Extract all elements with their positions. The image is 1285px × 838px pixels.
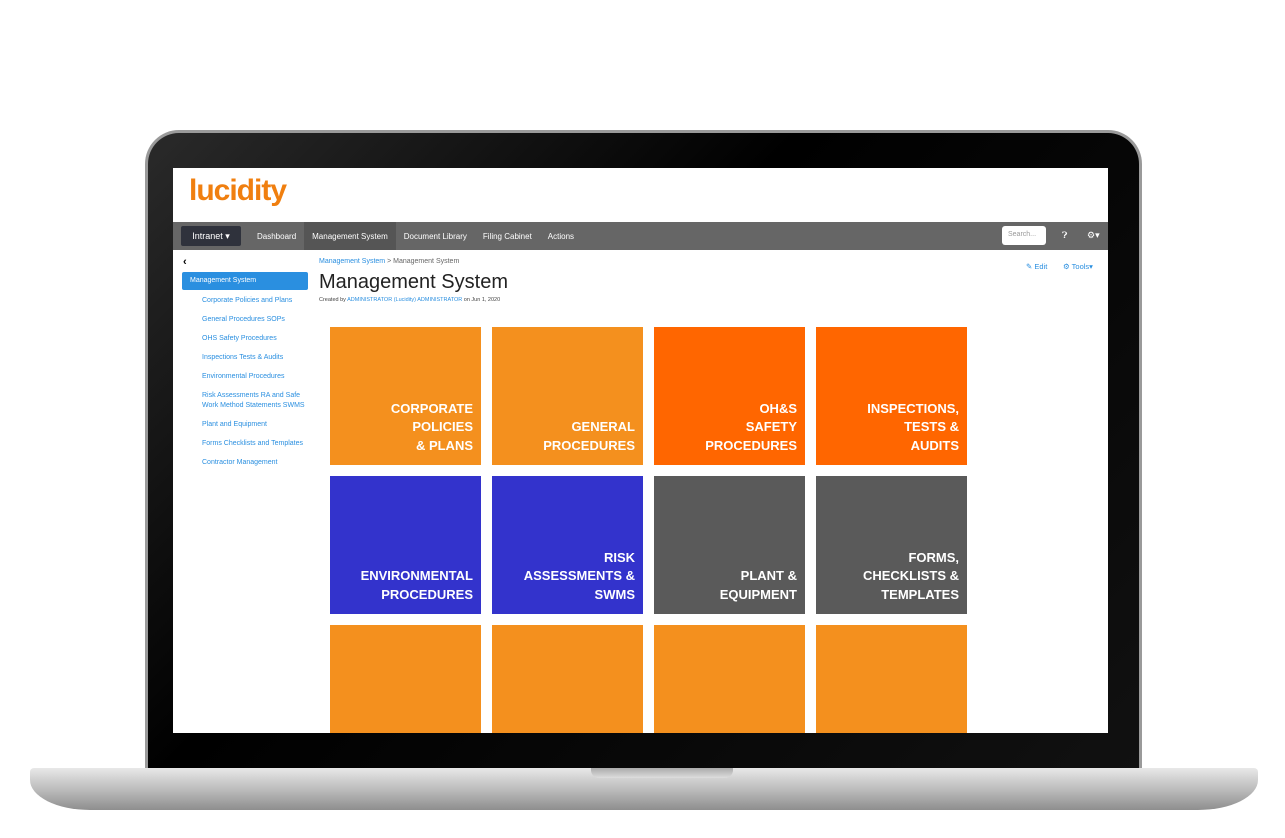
created-date: on Jun 1, 2020 xyxy=(462,297,501,303)
tile-plant-equipment[interactable]: PLANT & EQUIPMENT xyxy=(654,476,805,614)
sidebar-item[interactable]: Environmental Procedures xyxy=(202,372,307,382)
sidebar-item[interactable]: General Procedures SOPs xyxy=(202,315,307,325)
lucidity-logo[interactable]: lucidity xyxy=(189,174,287,208)
intranet-dropdown[interactable]: Intranet ▾ xyxy=(181,226,241,246)
edit-button[interactable]: ✎ Edit xyxy=(1026,262,1047,271)
breadcrumb: Management System > Management System xyxy=(319,258,460,265)
tile-asset[interactable]: ASSET xyxy=(492,625,643,733)
created-info: Created by ADMINISTRATOR (Lucidity) ADMI… xyxy=(319,297,500,303)
tile-corporate-policies-plans[interactable]: CORPORATE POLICIES & PLANS xyxy=(330,327,481,465)
sidebar-item[interactable]: Forms Checklists and Templates xyxy=(202,439,307,449)
page-title: Management System xyxy=(319,271,508,293)
tile-grid: CORPORATE POLICIES & PLANS GENERAL PROCED… xyxy=(330,327,967,733)
sidebar-item[interactable]: Inspections Tests & Audits xyxy=(202,353,307,363)
author-link[interactable]: ADMINISTRATOR (Lucidity) ADMINISTRATOR xyxy=(347,297,462,303)
tile-induction[interactable]: INDUCTION xyxy=(816,625,967,733)
tile-inspections-tests-audits[interactable]: INSPECTIONS, TESTS & AUDITS xyxy=(816,327,967,465)
help-icon[interactable]: ❓︎ xyxy=(1062,230,1067,241)
nav-management-system[interactable]: Management System xyxy=(304,222,396,250)
tile-general-procedures[interactable]: GENERAL PROCEDURES xyxy=(492,327,643,465)
nav-filing-cabinet[interactable]: Filing Cabinet xyxy=(475,222,540,250)
nav-document-library[interactable]: Document Library xyxy=(396,222,475,250)
nav-actions[interactable]: Actions xyxy=(540,222,582,250)
tile-environmental-procedures[interactable]: ENVIRONMENTAL PROCEDURES xyxy=(330,476,481,614)
top-nav: Intranet ▾ Dashboard Management System D… xyxy=(173,222,1108,250)
gear-icon[interactable]: ⚙▾ xyxy=(1087,230,1100,241)
sidebar-item[interactable]: OHS Safety Procedures xyxy=(202,334,307,344)
screen: lucidity Intranet ▾ Dashboard Management… xyxy=(173,168,1108,733)
collapse-sidebar-icon[interactable]: ‹ xyxy=(183,256,187,268)
sidebar-item[interactable]: Contractor Management xyxy=(202,458,307,468)
breadcrumb-current: Management System xyxy=(393,258,460,265)
tools-label: Tools▾ xyxy=(1071,262,1093,271)
tools-button[interactable]: ⚙ Tools▾ xyxy=(1063,262,1093,271)
sidebar-item[interactable]: Risk Assessments RA and Safe Work Method… xyxy=(202,391,307,411)
tile-oh-s-safety-procedures[interactable]: OH&S SAFETY PROCEDURES xyxy=(654,327,805,465)
sidebar-item[interactable]: Corporate Policies and Plans xyxy=(202,296,307,306)
created-prefix: Created by xyxy=(319,297,348,303)
sidebar-list: Corporate Policies and Plans General Pro… xyxy=(202,296,307,477)
laptop-notch xyxy=(591,768,733,778)
sidebar-item-management-system[interactable]: Management System xyxy=(182,272,308,290)
tile-risk[interactable]: RISK xyxy=(654,625,805,733)
sidebar-item[interactable]: Plant and Equipment xyxy=(202,420,307,430)
breadcrumb-link[interactable]: Management System xyxy=(319,258,385,265)
search-input[interactable]: Search... xyxy=(1002,226,1046,245)
tile-risk-assessments-swms[interactable]: RISK ASSESSMENTS & SWMS xyxy=(492,476,643,614)
tile-forms-checklists-templates[interactable]: FORMS, CHECKLISTS & TEMPLATES xyxy=(816,476,967,614)
edit-label: Edit xyxy=(1034,262,1048,271)
tile-contractor[interactable]: CONTRACTOR xyxy=(330,625,481,733)
nav-dashboard[interactable]: Dashboard xyxy=(249,222,304,250)
